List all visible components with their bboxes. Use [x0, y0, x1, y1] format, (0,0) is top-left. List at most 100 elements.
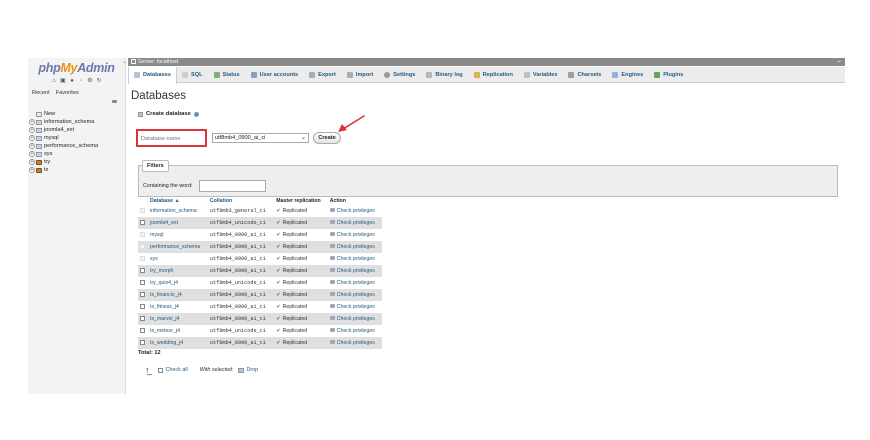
- settings-icon[interactable]: ⚙: [87, 78, 93, 84]
- tree-item-label[interactable]: mysql: [44, 135, 59, 141]
- expand-plus-icon[interactable]: +: [29, 127, 35, 133]
- tree-item[interactable]: + performance_schema: [29, 142, 125, 150]
- check-privileges-link[interactable]: Check privileges: [337, 316, 375, 322]
- expand-plus-icon[interactable]: +: [29, 159, 35, 165]
- collapse-top-icon[interactable]: ⌐: [837, 58, 841, 66]
- tree-item[interactable]: New: [29, 110, 125, 118]
- docs-icon[interactable]: ●: [69, 78, 75, 84]
- check-privileges-link[interactable]: Check privileges: [337, 340, 375, 346]
- tab-replication[interactable]: Replication: [469, 67, 519, 83]
- row-checkbox[interactable]: [140, 328, 145, 333]
- tab-engines[interactable]: Engines: [607, 67, 649, 83]
- expand-plus-icon[interactable]: +: [29, 135, 35, 141]
- tab-sql[interactable]: SQL: [177, 67, 209, 83]
- replication-status: Replicated: [282, 340, 308, 346]
- tab-label: Charsets: [577, 71, 602, 78]
- database-name-link[interactable]: tx_meteor_j4: [148, 325, 208, 337]
- check-privileges-link[interactable]: Check privileges: [337, 292, 375, 298]
- row-checkbox[interactable]: [140, 220, 145, 225]
- collapse-nav-icon[interactable]: [112, 100, 117, 103]
- tree-item[interactable]: + tx: [29, 166, 125, 174]
- logout-icon[interactable]: ▣: [60, 78, 66, 84]
- tree-item[interactable]: + information_schema: [29, 118, 125, 126]
- check-privileges-link[interactable]: Check privileges: [337, 304, 375, 310]
- nav-tab-favorites[interactable]: Favorites: [55, 89, 80, 97]
- drop-button[interactable]: Drop: [246, 367, 258, 373]
- check-privileges-link[interactable]: Check privileges: [337, 328, 375, 334]
- tree-item-label[interactable]: joomla4_ext: [44, 127, 74, 133]
- tree-item-label[interactable]: sys: [44, 151, 52, 157]
- sql-icon: [182, 71, 188, 78]
- action-cell: Check privileges: [327, 301, 382, 313]
- tree-item-label[interactable]: information_schema: [44, 119, 94, 125]
- check-privileges-link[interactable]: Check privileges: [337, 256, 375, 262]
- tree-item-label[interactable]: performance_schema: [44, 143, 98, 149]
- check-all-label[interactable]: Check all: [166, 367, 188, 373]
- database-name-link[interactable]: joomla4_ext: [148, 217, 208, 229]
- tab-import[interactable]: Import: [342, 67, 379, 83]
- database-name-input[interactable]: [140, 134, 203, 143]
- database-name-link[interactable]: tx_financio_j4: [148, 289, 208, 301]
- tree-item[interactable]: + mysql: [29, 134, 125, 142]
- tree-item-label[interactable]: tx: [44, 167, 48, 173]
- database-name-link[interactable]: performance_schema: [148, 241, 208, 253]
- new-db-icon: [36, 111, 42, 117]
- tree-item-label[interactable]: New: [44, 111, 55, 117]
- header-database[interactable]: Database ▲: [148, 197, 208, 205]
- database-name-link[interactable]: tx_fitness_j4: [148, 301, 208, 313]
- check-privileges-link[interactable]: Check privileges: [337, 232, 375, 238]
- tree-item[interactable]: + joomla4_ext: [29, 126, 125, 134]
- expand-plus-icon[interactable]: +: [29, 143, 35, 149]
- row-checkbox[interactable]: [140, 268, 145, 273]
- database-name-link[interactable]: mysql: [148, 229, 208, 241]
- tab-plugins[interactable]: Plugins: [649, 67, 689, 83]
- check-privileges-link[interactable]: Check privileges: [337, 244, 375, 250]
- nav-tab-recent[interactable]: Recent: [31, 89, 51, 97]
- row-checkbox[interactable]: [140, 340, 145, 345]
- reload-icon[interactable]: ↻: [96, 78, 102, 84]
- server-label[interactable]: Server: localhost: [138, 59, 178, 65]
- expand-plus-icon[interactable]: +: [29, 167, 35, 173]
- row-checkbox-cell: [138, 265, 148, 277]
- collation-cell: utf8mb4_0900_ai_ci: [207, 265, 275, 277]
- check-privileges-link[interactable]: Check privileges: [337, 208, 375, 214]
- check-privileges-link[interactable]: Check privileges: [337, 280, 375, 286]
- replication-status: Replicated: [282, 316, 308, 322]
- expand-plus-icon[interactable]: +: [29, 151, 35, 157]
- database-name-link[interactable]: tx_marvel_j4: [148, 313, 208, 325]
- check-all-checkbox[interactable]: [157, 367, 163, 373]
- tab-user-accounts[interactable]: User accounts: [246, 67, 305, 83]
- tab-settings[interactable]: Settings: [379, 67, 421, 83]
- create-database-label: Create database: [146, 111, 191, 117]
- database-name-link[interactable]: try_morph: [148, 265, 208, 277]
- databases-table-body: information_schema utf8mb3_general_ci ✔ Rep…: [138, 205, 382, 349]
- tab-databases[interactable]: Databases: [128, 66, 177, 84]
- database-name-link[interactable]: information_schema: [148, 205, 208, 217]
- help-icon[interactable]: [193, 111, 199, 117]
- tab-export[interactable]: Export: [304, 67, 342, 83]
- database-name-link[interactable]: tx_wedding_j4: [148, 337, 208, 349]
- tree-item[interactable]: + sys: [29, 150, 125, 158]
- phpmyadmin-logo[interactable]: phpMyAdmin: [28, 61, 125, 75]
- row-checkbox[interactable]: [140, 292, 145, 297]
- filter-input[interactable]: [199, 180, 266, 192]
- back-arrow-icon[interactable]: ←: [122, 58, 128, 66]
- row-checkbox[interactable]: [140, 316, 145, 321]
- collation-select[interactable]: utf8mb4_0900_ai_ci ⌄: [212, 133, 309, 143]
- expand-plus-icon[interactable]: +: [29, 119, 35, 125]
- tree-item-label[interactable]: try: [44, 159, 50, 165]
- home-icon[interactable]: ⌂: [51, 78, 57, 84]
- check-privileges-link[interactable]: Check privileges: [337, 220, 375, 226]
- tab-binary-log[interactable]: Binary log: [421, 67, 468, 83]
- header-collation[interactable]: Collation: [207, 197, 275, 205]
- sql-docs-icon[interactable]: ◦: [78, 78, 84, 84]
- tab-status[interactable]: Status: [209, 67, 246, 83]
- tree-item[interactable]: + try: [29, 158, 125, 166]
- row-checkbox[interactable]: [140, 304, 145, 309]
- database-name-link[interactable]: sys: [148, 253, 208, 265]
- tab-variables[interactable]: Variables: [519, 67, 564, 83]
- check-privileges-link[interactable]: Check privileges: [337, 268, 375, 274]
- row-checkbox[interactable]: [140, 280, 145, 285]
- database-name-link[interactable]: try_quix4_j4: [148, 277, 208, 289]
- tab-charsets[interactable]: Charsets: [563, 67, 607, 83]
